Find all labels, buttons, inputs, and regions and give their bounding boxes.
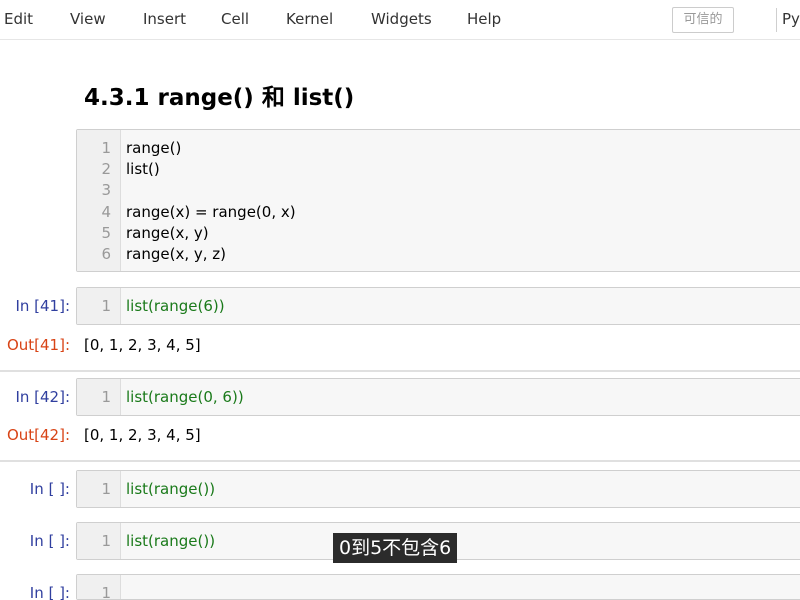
code-text: range(x, y, z) — [126, 245, 227, 263]
code-cell[interactable]: 1 — [76, 574, 800, 600]
input-prompt: In [ ]: — [29, 532, 70, 550]
menu-cell[interactable]: Cell — [221, 10, 249, 28]
output-prompt: Out[42]: — [6, 426, 70, 444]
input-prompt: In [ ]: — [29, 480, 70, 498]
code-text: range() — [126, 139, 182, 157]
code-cell[interactable]: 1 list(range(6)) — [76, 287, 800, 325]
line-number: 4 — [101, 203, 111, 221]
code-line: 1 — [77, 583, 800, 600]
input-prompt: In [41]: — [15, 297, 70, 315]
trusted-badge[interactable]: 可信的 — [672, 7, 734, 33]
code-text: list(range(0, 6)) — [126, 388, 244, 406]
menu-bar: Edit View Insert Cell Kernel Widgets Hel… — [0, 0, 800, 40]
code-line: 6 range(x, y, z) — [77, 244, 800, 265]
line-number: 1 — [101, 388, 111, 406]
code-line: 2 list() — [77, 159, 800, 180]
kernel-name[interactable]: Py — [782, 10, 800, 28]
code-cell[interactable]: 1 list(range(0, 6)) — [76, 378, 800, 416]
menu-insert[interactable]: Insert — [143, 10, 186, 28]
line-number: 1 — [101, 584, 111, 600]
menu-view[interactable]: View — [70, 10, 106, 28]
code-line: 1 list(range()) — [77, 479, 800, 500]
code-text: list(range()) — [126, 480, 216, 498]
section-heading: 4.3.1 range() 和 list() — [84, 85, 355, 111]
line-number: 1 — [101, 480, 111, 498]
code-line: 1 range() — [77, 138, 800, 159]
code-text: range(x) = range(0, x) — [126, 203, 296, 221]
menu-kernel[interactable]: Kernel — [286, 10, 333, 28]
code-text: list() — [126, 160, 160, 178]
input-prompt: In [42]: — [15, 388, 70, 406]
cell-output: [0, 1, 2, 3, 4, 5] — [84, 336, 201, 354]
menu-help[interactable]: Help — [467, 10, 501, 28]
line-number: 1 — [101, 297, 111, 315]
cell-output: [0, 1, 2, 3, 4, 5] — [84, 426, 201, 444]
cell-separator — [0, 460, 800, 462]
code-text: range(x, y) — [126, 224, 209, 242]
line-number: 1 — [101, 532, 111, 550]
menu-widgets[interactable]: Widgets — [371, 10, 432, 28]
input-prompt: In [ ]: — [29, 584, 70, 600]
line-number: 1 — [101, 139, 111, 157]
code-line: 1 list(range(6)) — [77, 296, 800, 317]
code-text: list(range(6)) — [126, 297, 225, 315]
line-number: 6 — [101, 245, 111, 263]
line-number: 3 — [101, 181, 111, 199]
video-subtitle: 0到5不包含6 — [333, 533, 458, 563]
line-number: 5 — [101, 224, 111, 242]
line-number: 2 — [101, 160, 111, 178]
code-text: list(range()) — [126, 532, 216, 550]
code-line: 3 — [77, 180, 800, 201]
menu-edit[interactable]: Edit — [4, 10, 33, 28]
markdown-cell[interactable]: 1 range() 2 list() 3 4 range(x) = range(… — [76, 129, 800, 272]
output-prompt: Out[41]: — [6, 336, 70, 354]
code-line: 4 range(x) = range(0, x) — [77, 202, 800, 223]
kernel-divider — [776, 8, 777, 32]
code-cell[interactable]: 1 list(range()) — [76, 470, 800, 508]
cell-separator — [0, 370, 800, 372]
code-line: 1 list(range(0, 6)) — [77, 387, 800, 408]
code-line: 5 range(x, y) — [77, 223, 800, 244]
